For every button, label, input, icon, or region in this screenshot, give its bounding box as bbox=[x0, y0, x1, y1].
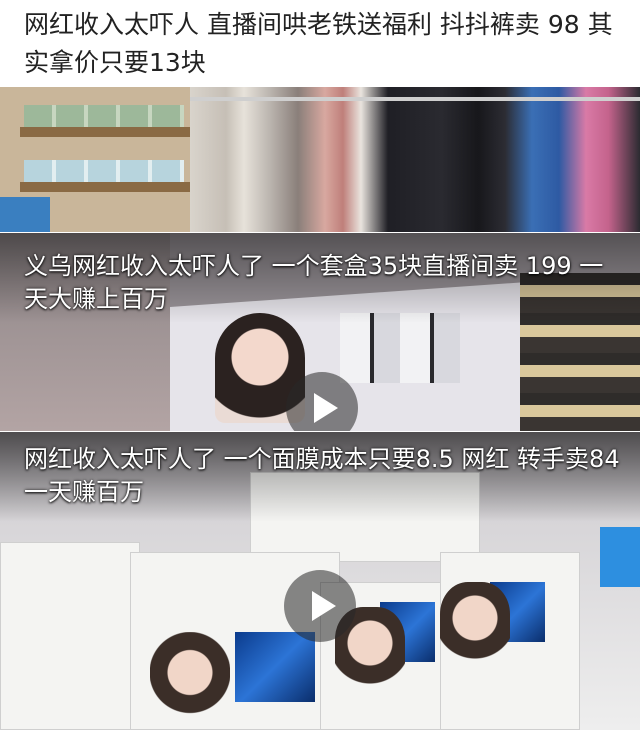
video-thumbnail-2[interactable]: 义乌网红收入太吓人了 一个套盒35块直播间卖 199 一天大赚上百万 bbox=[0, 233, 640, 431]
play-icon bbox=[312, 591, 336, 621]
dna-graphic-image bbox=[235, 632, 315, 702]
video-thumbnail-3[interactable]: 网红收入太吓人了 一个面膜成本只要8.5 网红 转手卖84 一天赚百万 bbox=[0, 432, 640, 730]
blue-stool-image bbox=[600, 527, 640, 587]
shelf-items-image bbox=[24, 160, 184, 182]
video-caption: 网红收入太吓人了 一个面膜成本只要8.5 网红 转手卖84 一天赚百万 bbox=[24, 445, 620, 506]
clothing-rail bbox=[190, 97, 640, 101]
shelf-items-image bbox=[24, 105, 184, 127]
blue-box-image bbox=[0, 197, 50, 232]
play-button[interactable] bbox=[284, 570, 356, 642]
mask-box-image bbox=[0, 542, 140, 730]
model-face-image bbox=[150, 632, 230, 722]
clothing-rack-image bbox=[190, 87, 640, 232]
video-thumbnail-1[interactable] bbox=[0, 87, 640, 232]
model-face-image bbox=[440, 582, 510, 662]
article-headline[interactable]: 网红收入太吓人 直播间哄老铁送福利 抖抖裤卖 98 其实拿价只要13块 bbox=[24, 6, 624, 82]
cosmetic-bottles-image bbox=[340, 313, 460, 383]
shelf-board bbox=[20, 127, 190, 137]
shelf-board bbox=[20, 182, 190, 192]
video-caption: 义乌网红收入太吓人了 一个套盒35块直播间卖 199 一天大赚上百万 bbox=[24, 252, 604, 313]
play-icon bbox=[314, 393, 338, 423]
